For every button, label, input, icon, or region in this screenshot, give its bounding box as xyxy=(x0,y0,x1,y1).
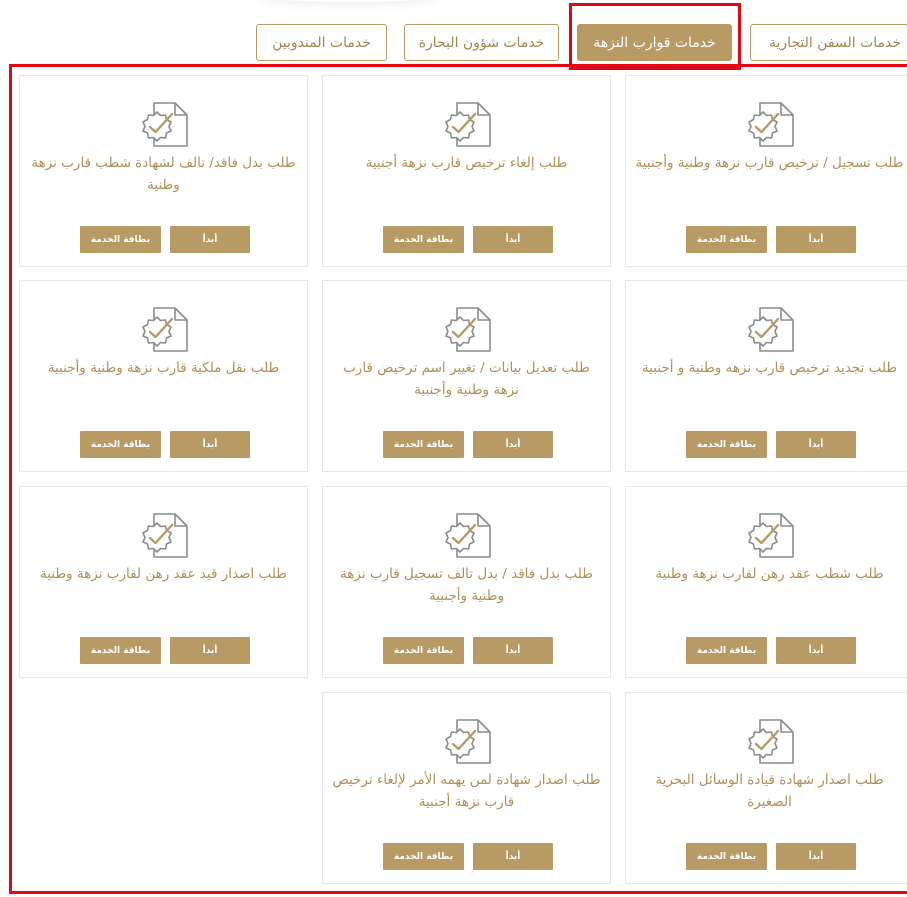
start-button[interactable]: أبدأ xyxy=(170,431,250,458)
top-shadow xyxy=(260,0,440,2)
service-card-button[interactable]: بطاقة الخدمة xyxy=(80,226,161,253)
service-card: طلب اصدار قيد عقد رهن لقارب نزهة وطنية أب… xyxy=(19,486,308,678)
service-card: طلب تجديد ترخيص قارب نزهه وطنية و أجنبية… xyxy=(625,280,907,472)
service-title: طلب اصدار شهادة قيادة الوسائل البحرية ال… xyxy=(655,772,884,810)
start-button[interactable]: أبدأ xyxy=(776,226,856,253)
service-title: طلب نقل ملكية قارب نزهة وطنية وأجنبية xyxy=(47,360,280,376)
service-card: طلب بدل فاقد/ تالف لشهادة شطب قارب نزهة … xyxy=(19,75,308,267)
document-certificate-icon xyxy=(747,305,797,353)
tab-seafarers-affairs[interactable]: خدمات شؤون البحارة xyxy=(404,24,559,61)
service-card-button[interactable]: بطاقة الخدمة xyxy=(383,637,464,664)
start-button[interactable]: أبدأ xyxy=(473,843,553,870)
service-card: طلب بدل فاقد / بدل تالف تسجيل قارب نزهة … xyxy=(322,486,611,678)
start-button[interactable]: أبدأ xyxy=(170,226,250,253)
service-title: طلب تجديد ترخيص قارب نزهه وطنية و أجنبية xyxy=(641,360,898,376)
start-button[interactable]: أبدأ xyxy=(473,431,553,458)
document-certificate-icon xyxy=(444,305,494,353)
service-title: طلب إلغاء ترخيص قارب نزهة أجنبية xyxy=(365,155,568,171)
service-title: طلب شطب عقد رهن لقارب نزهة وطنية xyxy=(655,566,884,582)
service-card-button[interactable]: بطاقة الخدمة xyxy=(686,843,767,870)
service-title: طلب بدل فاقد / بدل تالف تسجيل قارب نزهة … xyxy=(340,566,593,604)
start-button[interactable]: أبدأ xyxy=(473,226,553,253)
start-button[interactable]: أبدأ xyxy=(776,637,856,664)
tab-commercial-ships[interactable]: خدمات السفن التجارية xyxy=(750,24,907,61)
service-card-button[interactable]: بطاقة الخدمة xyxy=(686,637,767,664)
service-card: طلب نقل ملكية قارب نزهة وطنية وأجنبية أبد… xyxy=(19,280,308,472)
document-certificate-icon xyxy=(444,717,494,765)
service-card: طلب اصدار شهادة قيادة الوسائل البحرية ال… xyxy=(625,692,907,884)
service-card: طلب اصدار شهادة لمن يهمه الأمر لإلغاء تر… xyxy=(322,692,611,884)
service-card-button[interactable]: بطاقة الخدمة xyxy=(686,226,767,253)
document-certificate-icon xyxy=(444,511,494,559)
service-card: طلب تعديل بيانات / تغيير اسم ترخيص قارب … xyxy=(322,280,611,472)
document-certificate-icon xyxy=(747,511,797,559)
tab-representatives[interactable]: خدمات المندوبين xyxy=(256,24,387,61)
service-card: طلب تسجيل / ترخيص قارب نزهة وطنية وأجنبي… xyxy=(625,75,907,267)
document-certificate-icon xyxy=(444,100,494,148)
active-tab-highlight xyxy=(569,3,741,70)
document-certificate-icon xyxy=(747,717,797,765)
service-title: طلب بدل فاقد/ تالف لشهادة شطب قارب نزهة … xyxy=(31,155,296,193)
start-button[interactable]: أبدأ xyxy=(776,431,856,458)
service-title: طلب اصدار قيد عقد رهن لقارب نزهة وطنية xyxy=(39,566,288,582)
document-certificate-icon xyxy=(747,100,797,148)
service-card-button[interactable]: بطاقة الخدمة xyxy=(686,431,767,458)
service-title: طلب اصدار شهادة لمن يهمه الأمر لإلغاء تر… xyxy=(332,772,601,810)
service-title: طلب تعديل بيانات / تغيير اسم ترخيص قارب … xyxy=(343,360,590,398)
document-certificate-icon xyxy=(141,100,191,148)
service-category-tabs: خدمات السفن التجارية خدمات قوارب النزهة … xyxy=(0,0,907,70)
document-certificate-icon xyxy=(141,511,191,559)
start-button[interactable]: أبدأ xyxy=(776,843,856,870)
service-card-button[interactable]: بطاقة الخدمة xyxy=(383,431,464,458)
service-card-button[interactable]: بطاقة الخدمة xyxy=(383,226,464,253)
service-card: طلب شطب عقد رهن لقارب نزهة وطنية أبدأ بطاق… xyxy=(625,486,907,678)
service-card-button[interactable]: بطاقة الخدمة xyxy=(80,431,161,458)
start-button[interactable]: أبدأ xyxy=(170,637,250,664)
service-title: طلب تسجيل / ترخيص قارب نزهة وطنية وأجنبي… xyxy=(635,155,904,171)
service-card-button[interactable]: بطاقة الخدمة xyxy=(80,637,161,664)
start-button[interactable]: أبدأ xyxy=(473,637,553,664)
service-card-button[interactable]: بطاقة الخدمة xyxy=(383,843,464,870)
document-certificate-icon xyxy=(141,305,191,353)
service-card: طلب إلغاء ترخيص قارب نزهة أجنبية أبدأ بطاق… xyxy=(322,75,611,267)
